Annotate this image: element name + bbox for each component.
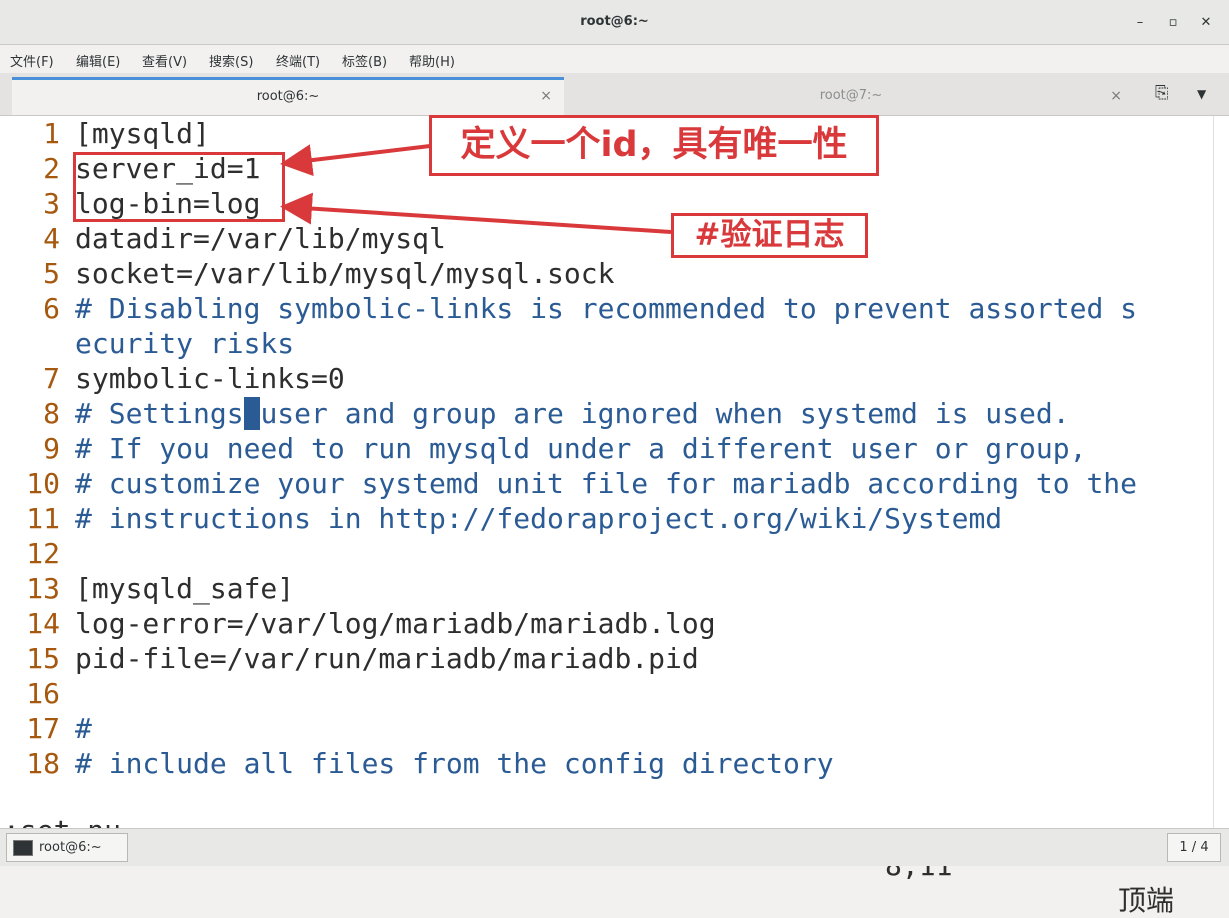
workspace-pager[interactable]: 1 / 4 [1167,833,1221,862]
taskbar-window-label: root@6:~ [39,840,102,855]
bottom-taskbar: root@6:~ 1 / 4 [0,828,1229,866]
annotation-arrows [280,144,672,234]
taskbar-window-button[interactable]: root@6:~ [6,833,128,862]
terminal-icon [13,840,33,856]
arrow-to-server-id [280,144,431,177]
scroll-indicator: 顶端 [1118,884,1175,917]
arrow-to-log-bin [280,192,672,234]
